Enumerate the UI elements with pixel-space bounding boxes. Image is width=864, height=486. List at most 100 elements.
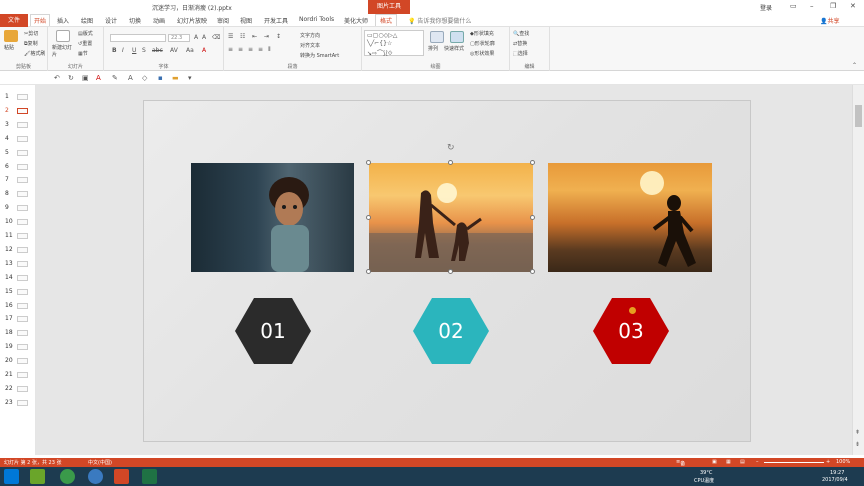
- slide-thumbnail[interactable]: 14: [2, 273, 34, 285]
- tab-slideshow[interactable]: 幻灯片放映: [177, 16, 207, 25]
- zoom-slider[interactable]: [764, 462, 824, 463]
- open-folder-icon[interactable]: ▬: [172, 74, 179, 82]
- slide-thumbnail[interactable]: 17: [2, 314, 34, 326]
- text-direction-button[interactable]: 文字方向: [300, 32, 320, 39]
- arrange-icon[interactable]: [430, 31, 444, 43]
- slide-thumbnail[interactable]: 9: [2, 203, 34, 215]
- slide-thumbnail[interactable]: 5: [2, 148, 34, 160]
- shapes-gallery[interactable]: ▭▢○◇▷△ ╲╱⌐{}☆ ↘⇨⌒⟆⟅⟐: [364, 30, 424, 57]
- tab-format[interactable]: 格式: [375, 14, 398, 26]
- quick-styles-button[interactable]: 快速样式: [444, 45, 464, 52]
- text-color-qat-icon[interactable]: A: [128, 74, 133, 82]
- align-text-button[interactable]: 对齐文本: [300, 42, 320, 49]
- section-button[interactable]: ▦节: [78, 50, 88, 57]
- tell-me-box[interactable]: 💡 告诉我你想要做什么: [408, 16, 471, 25]
- shape-effects-button[interactable]: ◎形状效果: [470, 50, 494, 57]
- resize-handle-nw[interactable]: [366, 160, 371, 165]
- close-icon[interactable]: ✕: [850, 2, 856, 10]
- slide-thumbnail[interactable]: 20: [2, 356, 34, 368]
- slide-thumbnail[interactable]: 12: [2, 245, 34, 257]
- ribbon-display-icon[interactable]: ▭: [790, 2, 797, 10]
- change-case-icon[interactable]: Aa: [186, 47, 194, 54]
- strikethrough-icon[interactable]: abc: [152, 47, 163, 54]
- slide-thumbnail[interactable]: 22: [2, 384, 34, 396]
- collapse-ribbon-icon[interactable]: ⌃: [852, 62, 857, 69]
- tab-beautify[interactable]: 美化大师: [344, 16, 368, 25]
- pen-icon[interactable]: ✎: [112, 74, 118, 82]
- scroll-thumb[interactable]: [855, 105, 862, 127]
- tab-design[interactable]: 设计: [105, 16, 117, 25]
- decrease-indent-icon[interactable]: ⇤: [252, 33, 257, 40]
- photo-child[interactable]: [191, 163, 354, 272]
- slide-thumbnail[interactable]: 21: [2, 370, 34, 382]
- tab-draw[interactable]: 绘图: [81, 16, 93, 25]
- font-name-combo[interactable]: [110, 34, 166, 42]
- notes-button[interactable]: ≡备注: [676, 459, 685, 474]
- italic-icon[interactable]: I: [122, 47, 124, 54]
- layout-button[interactable]: ▤版式: [78, 30, 93, 37]
- slide-thumbnail[interactable]: 19: [2, 342, 34, 354]
- zoom-out-icon[interactable]: –: [756, 459, 759, 465]
- cut-button[interactable]: ✂剪切: [24, 30, 38, 37]
- grow-font-icon[interactable]: A: [194, 34, 198, 41]
- resize-handle-ne[interactable]: [530, 160, 535, 165]
- new-slide-icon[interactable]: [56, 30, 70, 42]
- slide-thumbnail[interactable]: 6: [2, 162, 34, 174]
- slide-thumbnail[interactable]: 11: [2, 231, 34, 243]
- photo-runner[interactable]: [548, 163, 712, 272]
- align-center-icon[interactable]: ≡: [238, 46, 243, 53]
- smartart-button[interactable]: 转换为 SmartArt: [300, 52, 339, 59]
- redo-icon[interactable]: ↻: [68, 74, 74, 82]
- slide-thumbnail[interactable]: 13: [2, 259, 34, 271]
- copy-button[interactable]: ⧉复制: [24, 40, 38, 47]
- font-color-qat-icon[interactable]: A: [96, 74, 101, 82]
- share-button[interactable]: 👤共享: [820, 16, 840, 25]
- resize-handle-n[interactable]: [448, 160, 453, 165]
- badge-01[interactable]: 01: [235, 298, 311, 364]
- slide-thumbnail[interactable]: 4: [2, 134, 34, 146]
- paste-button[interactable]: 粘贴: [4, 44, 14, 51]
- slide-thumbnail[interactable]: 1: [2, 92, 34, 104]
- line-spacing-icon[interactable]: ↕: [276, 33, 281, 40]
- reading-view-icon[interactable]: ▤: [740, 459, 745, 465]
- app-icon-1[interactable]: [30, 469, 45, 484]
- slide-thumbnail[interactable]: 16: [2, 301, 34, 313]
- tab-transitions[interactable]: 切换: [129, 16, 141, 25]
- login-link[interactable]: 登录: [760, 3, 772, 12]
- paste-icon[interactable]: [4, 30, 18, 42]
- normal-view-icon[interactable]: ▣: [712, 459, 717, 465]
- badge-02[interactable]: 02: [413, 298, 489, 364]
- replace-button[interactable]: ⇄替换: [513, 40, 527, 47]
- align-left-icon[interactable]: ≡: [228, 46, 233, 53]
- columns-icon[interactable]: ⫴: [268, 46, 271, 54]
- slide-thumbnail[interactable]: 8: [2, 189, 34, 201]
- slide-sorter-icon[interactable]: ▦: [726, 459, 731, 465]
- tab-nordri-tools[interactable]: Nordri Tools: [299, 16, 334, 23]
- select-button[interactable]: ⬚选择: [513, 50, 528, 57]
- undo-icon[interactable]: ↶: [54, 74, 60, 82]
- resize-handle-se[interactable]: [530, 269, 535, 274]
- quick-styles-icon[interactable]: [450, 31, 464, 43]
- new-slide-button[interactable]: 新建幻灯片: [52, 45, 72, 59]
- slide-thumbnail[interactable]: 15: [2, 287, 34, 299]
- slide-thumbnail[interactable]: 2: [2, 106, 34, 118]
- tab-home[interactable]: 开始: [30, 14, 51, 26]
- app-icon-2[interactable]: [60, 469, 75, 484]
- tab-insert[interactable]: 插入: [57, 16, 69, 25]
- app-icon-3[interactable]: [88, 469, 103, 484]
- slide[interactable]: ↻ 01 02 03: [143, 100, 751, 442]
- start-icon[interactable]: [4, 469, 19, 484]
- shape-qat-icon[interactable]: ◇: [142, 74, 147, 82]
- powerpoint-icon[interactable]: [114, 469, 129, 484]
- font-size-combo[interactable]: 22.3: [168, 34, 190, 42]
- clear-format-icon[interactable]: ⌫: [212, 34, 220, 41]
- shape-fill-button[interactable]: ◆形状填充: [470, 30, 494, 37]
- zoom-in-icon[interactable]: +: [826, 459, 830, 465]
- zoom-level[interactable]: 100%: [836, 459, 850, 465]
- resize-handle-sw[interactable]: [366, 269, 371, 274]
- char-spacing-icon[interactable]: AV: [170, 47, 178, 54]
- language-indicator[interactable]: 中文(中国): [88, 459, 112, 466]
- restore-icon[interactable]: ❐: [830, 2, 836, 10]
- slide-thumbnail[interactable]: 3: [2, 120, 34, 132]
- justify-icon[interactable]: ≡: [258, 46, 263, 53]
